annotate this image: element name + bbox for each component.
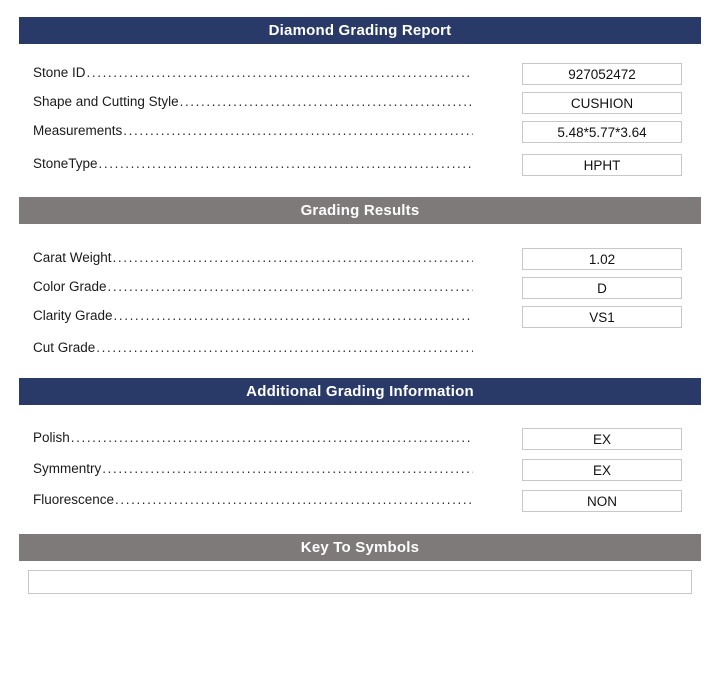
- table-row: Cut Grade ..............................…: [33, 340, 682, 360]
- row-label-container: Clarity Grade ..........................…: [33, 308, 473, 328]
- row-label-container: Color Grade ............................…: [33, 279, 473, 299]
- row-label: Shape and Cutting Style: [33, 94, 179, 109]
- table-row: StoneType ..............................…: [33, 154, 682, 176]
- row-label-container: Measurements ...........................…: [33, 123, 473, 143]
- value-field[interactable]: EX: [522, 459, 682, 481]
- section-header-grading-results: Grading Results: [19, 197, 701, 224]
- value-field[interactable]: CUSHION: [522, 92, 682, 114]
- dot-leader: ........................................…: [123, 124, 473, 138]
- dot-leader: ........................................…: [115, 493, 473, 507]
- value-text: CUSHION: [570, 95, 634, 111]
- dot-leader: ........................................…: [107, 280, 473, 294]
- value-field[interactable]: D: [522, 277, 682, 299]
- value-field[interactable]: HPHT: [522, 154, 682, 176]
- key-to-symbols-field[interactable]: [28, 570, 692, 594]
- value-field[interactable]: 1.02: [522, 248, 682, 270]
- row-label: Polish: [33, 430, 70, 445]
- dot-leader: ........................................…: [112, 251, 473, 265]
- dot-leader: ........................................…: [86, 66, 473, 80]
- value-field[interactable]: 927052472: [522, 63, 682, 85]
- row-label: Color Grade: [33, 279, 107, 294]
- table-row: Polish .................................…: [33, 428, 682, 450]
- row-label-container: Symmentry ..............................…: [33, 461, 473, 481]
- row-label: Measurements: [33, 123, 123, 138]
- row-label: Carat Weight: [33, 250, 112, 265]
- value-text: EX: [592, 431, 611, 447]
- row-label-container: Fluorescence ...........................…: [33, 492, 473, 512]
- value-text: HPHT: [583, 157, 621, 173]
- value-text: EX: [592, 462, 611, 478]
- table-row: Clarity Grade ..........................…: [33, 306, 682, 328]
- value-field[interactable]: EX: [522, 428, 682, 450]
- dot-leader: ........................................…: [70, 431, 473, 445]
- row-label: StoneType: [33, 156, 98, 171]
- value-field[interactable]: NON: [522, 490, 682, 512]
- row-label: Fluorescence: [33, 492, 115, 507]
- row-label: Cut Grade: [33, 340, 96, 355]
- table-row: Fluorescence ...........................…: [33, 490, 682, 512]
- table-row: Stone ID ...............................…: [33, 63, 682, 85]
- row-label-container: Cut Grade ..............................…: [33, 340, 473, 360]
- dot-leader: ........................................…: [179, 95, 473, 109]
- dot-leader: ........................................…: [98, 157, 473, 171]
- table-row: Shape and Cutting Style ................…: [33, 92, 682, 114]
- dot-leader: ........................................…: [102, 462, 473, 476]
- row-label-container: Carat Weight ...........................…: [33, 250, 473, 270]
- table-row: Color Grade ............................…: [33, 277, 682, 299]
- section-title: Diamond Grading Report: [268, 22, 452, 39]
- section-header-additional-grading-information: Additional Grading Information: [19, 378, 701, 405]
- row-label: Symmentry: [33, 461, 102, 476]
- row-label-container: Polish .................................…: [33, 430, 473, 450]
- value-field[interactable]: 5.48*5.77*3.64: [522, 121, 682, 143]
- section-title: Grading Results: [300, 202, 420, 219]
- section-title: Key To Symbols: [300, 539, 420, 556]
- dot-leader: ........................................…: [96, 341, 473, 355]
- table-row: Symmentry ..............................…: [33, 459, 682, 481]
- row-label-container: Stone ID ...............................…: [33, 65, 473, 85]
- row-label-container: StoneType ..............................…: [33, 156, 473, 176]
- value-text: VS1: [589, 309, 615, 325]
- dot-leader: ........................................…: [113, 309, 473, 323]
- value-field[interactable]: VS1: [522, 306, 682, 328]
- value-text: D: [597, 280, 607, 296]
- section-title: Additional Grading Information: [246, 383, 474, 400]
- section-header-key-to-symbols: Key To Symbols: [19, 534, 701, 561]
- row-label: Clarity Grade: [33, 308, 113, 323]
- row-label-container: Shape and Cutting Style ................…: [33, 94, 473, 114]
- table-row: Measurements ...........................…: [33, 121, 682, 143]
- section-header-diamond-grading-report: Diamond Grading Report: [19, 17, 701, 44]
- value-text: 5.48*5.77*3.64: [557, 124, 647, 140]
- value-text: NON: [587, 493, 617, 509]
- table-row: Carat Weight ...........................…: [33, 248, 682, 270]
- diamond-grading-report-page: Diamond Grading Report Stone ID ........…: [0, 0, 720, 697]
- value-text: 927052472: [568, 66, 636, 82]
- row-label: Stone ID: [33, 65, 86, 80]
- value-text: 1.02: [588, 251, 616, 267]
